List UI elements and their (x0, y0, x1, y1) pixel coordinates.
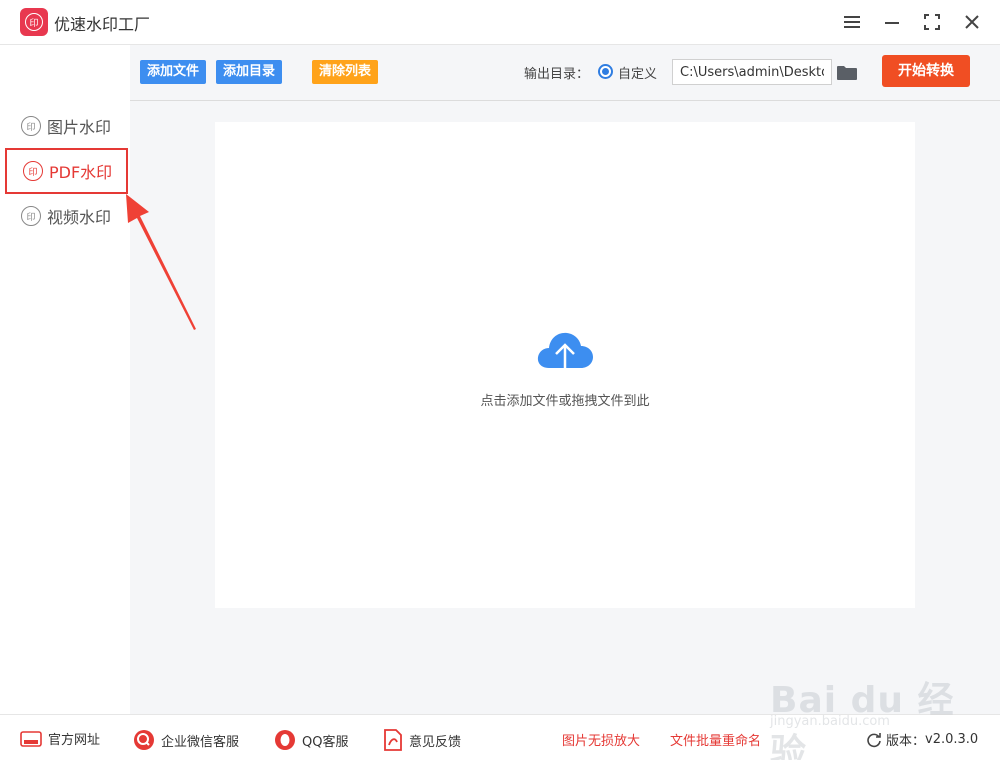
stamp-icon: 印 (23, 161, 43, 181)
sidebar-item-video-watermark[interactable]: 印 视频水印 (5, 193, 128, 239)
wechat-service-link[interactable]: 企业微信客服 (133, 729, 239, 751)
version-info: 版本： v2.0.3.0 (866, 730, 978, 749)
sidebar-item-pdf-watermark[interactable]: 印 PDF水印 (5, 148, 128, 194)
close-icon[interactable] (960, 10, 984, 34)
image-enlarge-link[interactable]: 图片无损放大 (562, 730, 640, 749)
output-directory-label: 输出目录： (524, 67, 590, 82)
custom-output-radio-label: 自定义 (618, 67, 658, 82)
stamp-icon: 印 (21, 206, 41, 226)
app-logo: 印 (20, 8, 48, 36)
footer: 官方网址 企业微信客服 QQ客服 意见反馈 图片无损放大 文件批量重命名 Bai… (0, 680, 1000, 760)
feedback-icon (384, 729, 402, 751)
clear-list-button[interactable]: 清除列表 (312, 60, 379, 84)
annotation-arrow-icon (126, 194, 196, 330)
logo-glyph: 印 (25, 13, 43, 31)
minimize-icon[interactable] (880, 10, 904, 34)
custom-output-radio[interactable] (598, 64, 613, 79)
feedback-link[interactable]: 意见反馈 (383, 729, 461, 751)
baidu-jingyan-watermark: Bai du 经验 jingyan.baidu.com (762, 651, 962, 760)
add-file-button[interactable]: 添加文件 (140, 60, 207, 84)
refresh-icon[interactable] (866, 732, 882, 748)
sidebar: 印 图片水印 印 PDF水印 印 视频水印 (0, 45, 130, 714)
add-directory-button[interactable]: 添加目录 (216, 60, 283, 84)
version-label: 版本： (886, 734, 926, 749)
website-label: 官方网址 (48, 733, 101, 748)
batch-rename-link[interactable]: 文件批量重命名 (670, 730, 761, 749)
version-number: v2.0.3.0 (925, 732, 979, 747)
wechat-icon (134, 730, 154, 750)
title-bar: 印 优速水印工厂 (0, 0, 1000, 45)
feedback-label: 意见反馈 (409, 734, 462, 750)
website-icon (20, 730, 42, 747)
sidebar-item-label: PDF水印 (49, 163, 113, 182)
toolbar: 添加文件 添加目录 清除列表 输出目录： 自定义 开始转换 (130, 45, 1000, 101)
maximize-icon[interactable] (920, 10, 944, 34)
main-area: 添加文件 添加目录 清除列表 输出目录： 自定义 开始转换 点击添加文件或拖拽文… (130, 45, 1000, 714)
qq-service-link[interactable]: QQ客服 (274, 729, 348, 751)
folder-icon[interactable] (837, 65, 857, 80)
sidebar-item-label: 视频水印 (47, 208, 112, 227)
output-path-input[interactable] (672, 59, 832, 85)
wechat-service-label: 企业微信客服 (161, 734, 240, 750)
sidebar-item-image-watermark[interactable]: 印 图片水印 (5, 103, 128, 149)
website-link[interactable]: 官方网址 (20, 729, 100, 748)
file-drop-zone[interactable]: 点击添加文件或拖拽文件到此 (215, 122, 915, 608)
qq-icon (275, 730, 295, 750)
stamp-icon: 印 (21, 116, 41, 136)
sidebar-item-label: 图片水印 (47, 118, 112, 137)
menu-icon[interactable] (840, 10, 864, 34)
app-title: 优速水印工厂 (54, 15, 151, 34)
qq-service-label: QQ客服 (302, 734, 349, 750)
cloud-upload-icon (535, 328, 595, 380)
start-convert-button[interactable]: 开始转换 (882, 55, 970, 87)
watermark-sub: jingyan.baidu.com (770, 714, 890, 729)
drop-zone-hint: 点击添加文件或拖拽文件到此 (480, 394, 650, 409)
